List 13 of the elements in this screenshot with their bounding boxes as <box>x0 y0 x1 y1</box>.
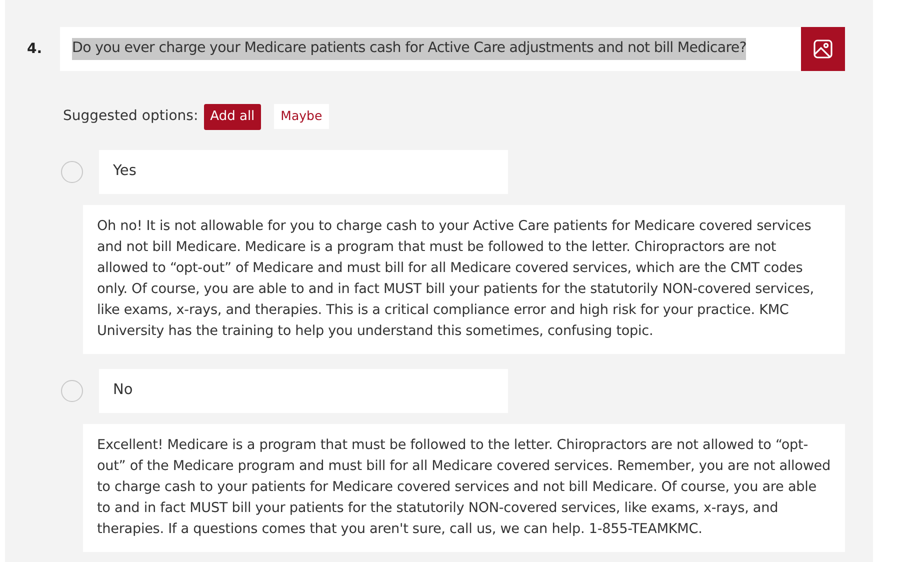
feedback-text: Oh no! It is not allowable for you to charge cash to your Active Care patients for Medicare covered services and not bill Medicare. Medicare is a program that must be followed to the letter. Chiropractors are not allowed to “opt-out” of Medicare and must bill for all Medicare covered services, which are the CMT codes only. Of course, you are able to and in fact MUST bill your patients for the statutorily NON-covered services, like exams, x-rays, and therapies. This is a critical compliance error and high risk for your practice. KMC University has the training to help you understand this sometimes, confusing topic. <box>83 204 845 354</box>
option-field[interactable]: No <box>99 368 508 412</box>
add-all-button[interactable]: Add all <box>204 104 261 130</box>
option-field[interactable]: Yes <box>99 150 508 194</box>
image-button[interactable] <box>801 27 845 71</box>
option-suggestion-button[interactable]: Maybe <box>274 104 330 130</box>
radio-button[interactable] <box>61 380 83 402</box>
image-icon <box>813 39 833 59</box>
suggested-options-label: Suggested options: <box>63 107 198 126</box>
question-number: 4. <box>27 40 44 59</box>
feedback-text: Excellent! Medicare is a program that must be followed to the letter. Chiropractors are not allowed to “opt-out” of the Medicare program and must bill for all Medicare covered services. Remember, you are not allowed to charge cash to your patients for Medicare covered services and not bill Medicare. Of course, you are able to and in fact MUST bill your patients for the statutorily NON-covered services, like exams, x-rays, and therapies. If a questions comes that you aren't sure, call us, we can help. 1-855-TEAMKMC. <box>83 424 845 552</box>
question-field[interactable]: Do you ever charge your Medicare patients cash for Active Care adjustments and not bill Medicare? <box>60 27 801 71</box>
radio-button[interactable] <box>61 160 83 182</box>
